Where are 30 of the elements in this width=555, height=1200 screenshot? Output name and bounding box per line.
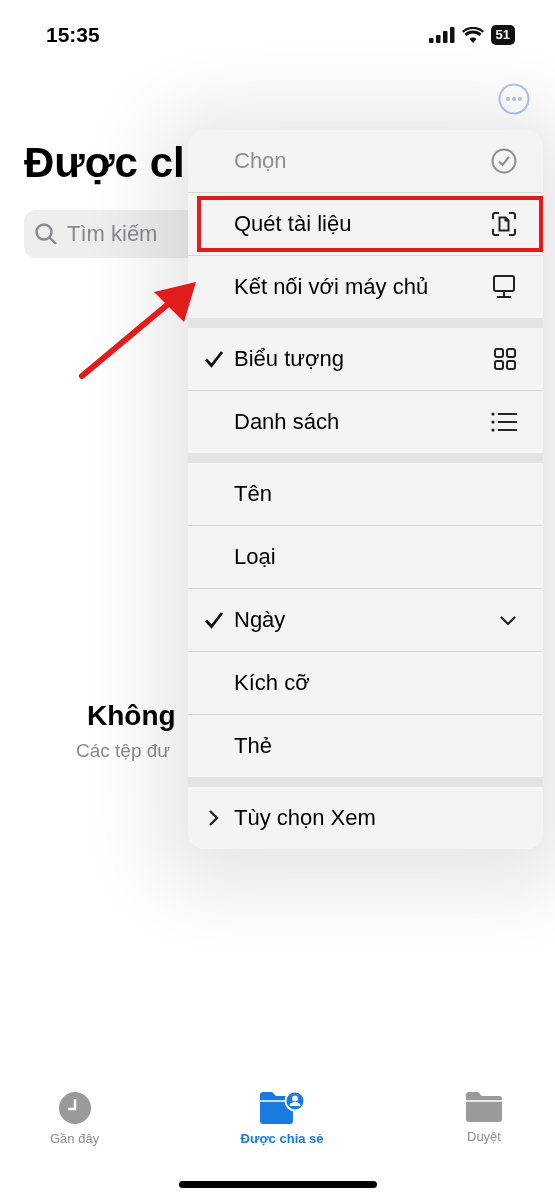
chevron-right-icon <box>208 809 220 827</box>
clock-icon <box>57 1091 92 1125</box>
scan-document-icon <box>491 211 517 237</box>
menu-item[interactable]: Danh sách <box>188 391 543 453</box>
wifi-icon <box>461 27 484 43</box>
tab-item[interactable]: Được chia sẻ <box>240 1091 324 1171</box>
list-icon <box>491 411 517 433</box>
menu-item[interactable]: Ngày <box>188 589 543 651</box>
empty-state-text: Các tệp đư <box>76 740 171 762</box>
menu-item[interactable]: Tùy chọn Xem <box>188 787 543 849</box>
more-button[interactable] <box>498 83 530 115</box>
monitor-icon <box>491 274 517 300</box>
menu-item[interactable]: Tên <box>188 463 543 525</box>
checkmark-circle-icon <box>491 148 517 174</box>
empty-state-title: Không <box>87 700 176 732</box>
search-icon <box>34 222 58 246</box>
menu-item[interactable]: Biểu tượng <box>188 328 543 390</box>
chevron-down-icon <box>499 614 517 626</box>
battery-level: 51 <box>490 25 515 45</box>
shared-folder-icon <box>259 1091 306 1125</box>
menu-item[interactable]: Thẻ <box>188 715 543 777</box>
signal-icon <box>428 27 455 43</box>
menu-item[interactable]: Quét tài liệu <box>188 193 543 255</box>
menu-item[interactable]: Kích cỡ <box>188 652 543 714</box>
grid-icon <box>493 347 517 371</box>
status-time: 15:35 <box>46 23 100 47</box>
menu-item[interactable]: Kết nối với máy chủ <box>188 256 543 318</box>
folder-icon <box>465 1091 503 1123</box>
menu-item[interactable]: Loại <box>188 526 543 588</box>
page-title: Được cl <box>24 138 185 188</box>
